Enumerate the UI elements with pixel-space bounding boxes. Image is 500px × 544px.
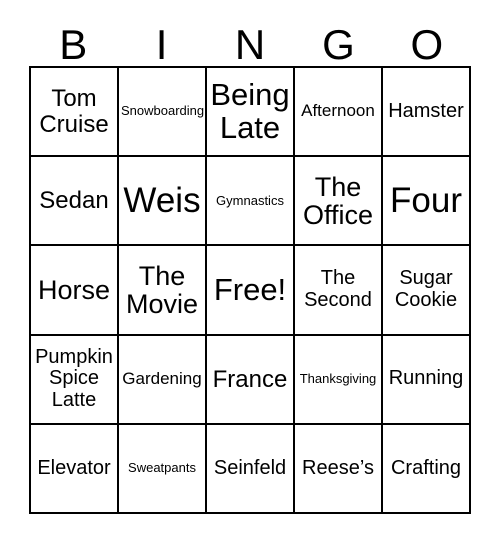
bingo-cell-r1-c2[interactable]: Snowboarding: [119, 68, 207, 158]
bingo-cell-label: The Second: [304, 267, 372, 311]
bingo-cell-r3-c2[interactable]: The Movie: [119, 246, 207, 336]
header-letter-n: N: [234, 21, 266, 68]
header-letter-o: O: [410, 21, 444, 68]
bingo-cell-r5-c2[interactable]: Sweatpants: [119, 424, 207, 514]
header-letter-i: I: [155, 21, 168, 68]
bingo-cell-r5-c1[interactable]: Elevator: [31, 424, 119, 514]
bingo-cell-r1-c4[interactable]: Afternoon: [295, 68, 383, 158]
bingo-cell-label: Sweatpants: [128, 460, 196, 476]
bingo-cell-label: Gardening: [122, 368, 202, 388]
bingo-cell-r3-c3[interactable]: Free!: [207, 246, 295, 336]
bingo-cell-label: Hamster: [388, 99, 464, 122]
bingo-cell-label: Thanksgiving: [299, 371, 377, 387]
bingo-cell-r4-c4[interactable]: Thanksgiving: [295, 335, 383, 425]
bingo-cell-label: Crafting: [390, 456, 462, 479]
bingo-cell-label: Pumpkin Spice Latte: [35, 345, 113, 411]
bingo-header: B I N G O: [29, 14, 471, 66]
bingo-cell-label: Free!: [213, 271, 287, 307]
bingo-cell-label: The Office: [302, 171, 374, 230]
bingo-cell-label: Snowboarding: [121, 103, 205, 119]
bingo-cell-r2-c4[interactable]: The Office: [295, 157, 383, 247]
bingo-cell-label: Horse: [37, 274, 111, 305]
bingo-cell-label: Elevator: [37, 456, 111, 479]
bingo-cell-label: Reese’s: [302, 456, 374, 479]
bingo-cell-label: Sugar Cookie: [394, 267, 458, 311]
bingo-cell-r4-c3[interactable]: France: [207, 335, 295, 425]
bingo-cell-label: Weis: [123, 180, 201, 220]
bingo-cell-r5-c3[interactable]: Seinfeld: [207, 424, 295, 514]
bingo-cell-r1-c3[interactable]: Being Late: [207, 68, 295, 158]
bingo-cell-r2-c5[interactable]: Four: [383, 157, 471, 247]
bingo-cell-r5-c4[interactable]: Reese’s: [295, 424, 383, 514]
bingo-cell-r3-c4[interactable]: The Second: [295, 246, 383, 336]
bingo-cell-label: Being Late: [210, 77, 290, 145]
bingo-cell-label: Running: [388, 367, 464, 390]
bingo-cell-r5-c5[interactable]: Crafting: [383, 424, 471, 514]
bingo-card: B I N G O Tom Cruise Snowboarding Being La…: [0, 0, 500, 544]
bingo-cell-r2-c1[interactable]: Sedan: [31, 157, 119, 247]
bingo-grid: Tom Cruise Snowboarding Being Late Afternoo…: [29, 66, 471, 514]
bingo-cell-label: Seinfeld: [213, 456, 287, 479]
bingo-cell-r3-c1[interactable]: Horse: [31, 246, 119, 336]
bingo-cell-r1-c5[interactable]: Hamster: [383, 68, 471, 158]
bingo-cell-r3-c5[interactable]: Sugar Cookie: [383, 246, 471, 336]
bingo-cell-label: Four: [390, 180, 462, 220]
bingo-cell-label: Sedan: [39, 187, 109, 215]
bingo-cell-r2-c3[interactable]: Gymnastics: [207, 157, 295, 247]
header-letter-b: B: [59, 21, 88, 68]
bingo-cell-label: Gymnastics: [216, 192, 284, 208]
bingo-cell-r4-c1[interactable]: Pumpkin Spice Latte: [31, 335, 119, 425]
bingo-cell-r4-c2[interactable]: Gardening: [119, 335, 207, 425]
bingo-cell-r4-c5[interactable]: Running: [383, 335, 471, 425]
bingo-cell-label: France: [212, 365, 288, 393]
header-letter-g: G: [322, 21, 355, 68]
bingo-cell-label: The Movie: [125, 260, 199, 319]
bingo-cell-r2-c2[interactable]: Weis: [119, 157, 207, 247]
bingo-cell-r1-c1[interactable]: Tom Cruise: [31, 68, 119, 158]
bingo-cell-label: Afternoon: [301, 101, 375, 121]
bingo-cell-label: Tom Cruise: [39, 85, 109, 138]
